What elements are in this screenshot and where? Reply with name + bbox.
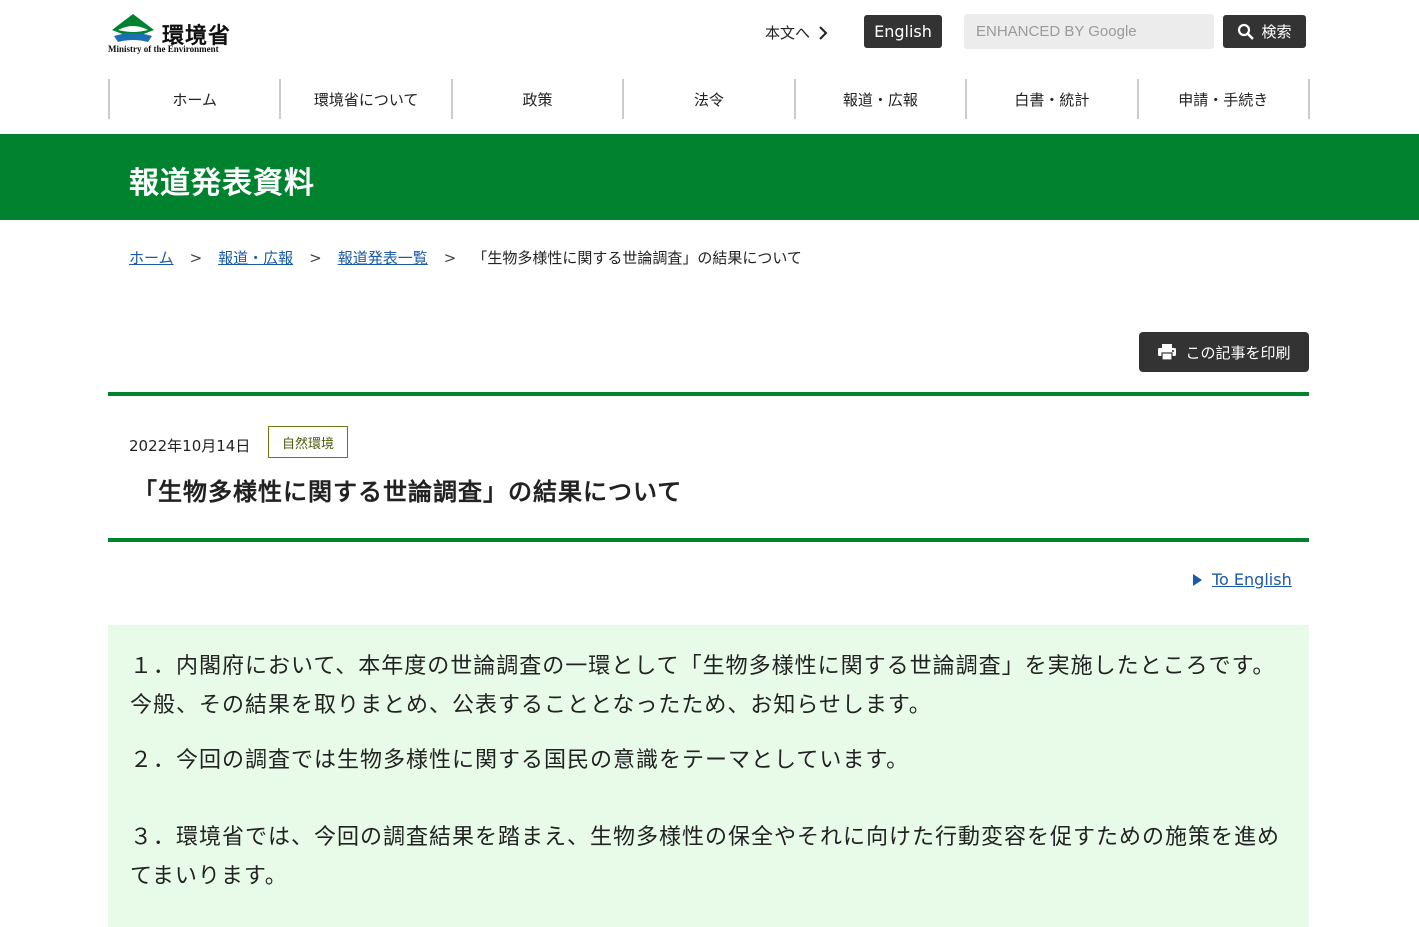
nav-item-application[interactable]: 申請・手続き: [1136, 79, 1310, 119]
search-button[interactable]: 検索: [1223, 15, 1306, 48]
breadcrumb-separator: >: [309, 248, 322, 267]
chevron-right-icon: [819, 25, 828, 40]
breadcrumb-home[interactable]: ホーム: [129, 247, 174, 268]
section-title: 報道発表資料: [129, 166, 315, 201]
nav-item-whitepaper[interactable]: 白書・統計: [965, 79, 1136, 119]
breadcrumb: ホーム > 報道・広報 > 報道発表一覧 > 「生物多様性に関する世論調査」の結…: [129, 247, 802, 268]
print-article-button[interactable]: この記事を印刷: [1139, 332, 1309, 372]
skip-link-label: 本文へ: [765, 24, 811, 42]
nav-item-press[interactable]: 報道・広報: [793, 79, 965, 119]
print-button-label: この記事を印刷: [1185, 343, 1291, 362]
to-english-label: To English: [1212, 570, 1292, 589]
breadcrumb-press[interactable]: 報道・広報: [218, 247, 293, 268]
article-date: 2022年10月14日: [129, 437, 251, 455]
site-logo[interactable]: 環境省 Ministry of the Environment: [108, 8, 238, 56]
breadcrumb-press-list[interactable]: 報道発表一覧: [338, 247, 428, 268]
article-title: 「生物多様性に関する世論調査」の結果について: [133, 478, 683, 506]
breadcrumb-separator: >: [443, 248, 457, 267]
search-icon: [1238, 23, 1255, 40]
printer-icon: [1158, 344, 1177, 361]
article-summary-box: １．内閣府において、本年度の世論調査の一環として「生物多様性に関する世論調査」を…: [108, 625, 1309, 927]
logo-subtitle: Ministry of the Environment: [108, 44, 219, 54]
nav-item-law[interactable]: 法令: [622, 79, 793, 119]
logo-mark-icon: [112, 14, 154, 42]
summary-paragraph-3: ３．環境省では、今回の調査結果を踏まえ、生物多様性の保全やそれに向けた行動変容を…: [130, 825, 1281, 889]
site-header: 環境省 Ministry of the Environment 本文へ Engl…: [0, 0, 1419, 70]
breadcrumb-separator: >: [189, 248, 203, 267]
nav-item-policy[interactable]: 政策: [450, 79, 622, 119]
category-tag: 自然環境: [268, 426, 348, 458]
article-top-rule: [108, 392, 1309, 396]
breadcrumb-current: 「生物多様性に関する世論調査」の結果について: [472, 249, 802, 267]
english-button[interactable]: English: [864, 15, 942, 48]
summary-paragraph-2: ２．今回の調査では生物多様性に関する国民の意識をテーマとしています。: [130, 748, 910, 773]
skip-to-content-link[interactable]: 本文へ: [765, 22, 828, 43]
nav-item-about[interactable]: 環境省について: [279, 79, 450, 119]
global-nav: ホーム 環境省について 政策 法令 報道・広報 白書・統計 申請・手続き: [108, 79, 1310, 119]
triangle-right-icon: [1193, 573, 1202, 586]
to-english-link[interactable]: To English: [1193, 570, 1292, 589]
search-input[interactable]: [964, 14, 1214, 49]
search-button-label: 検索: [1261, 23, 1292, 41]
summary-paragraph-1: １．内閣府において、本年度の世論調査の一環として「生物多様性に関する世論調査」を…: [130, 654, 1276, 718]
article-bottom-rule: [108, 538, 1309, 542]
nav-item-home[interactable]: ホーム: [108, 79, 279, 119]
